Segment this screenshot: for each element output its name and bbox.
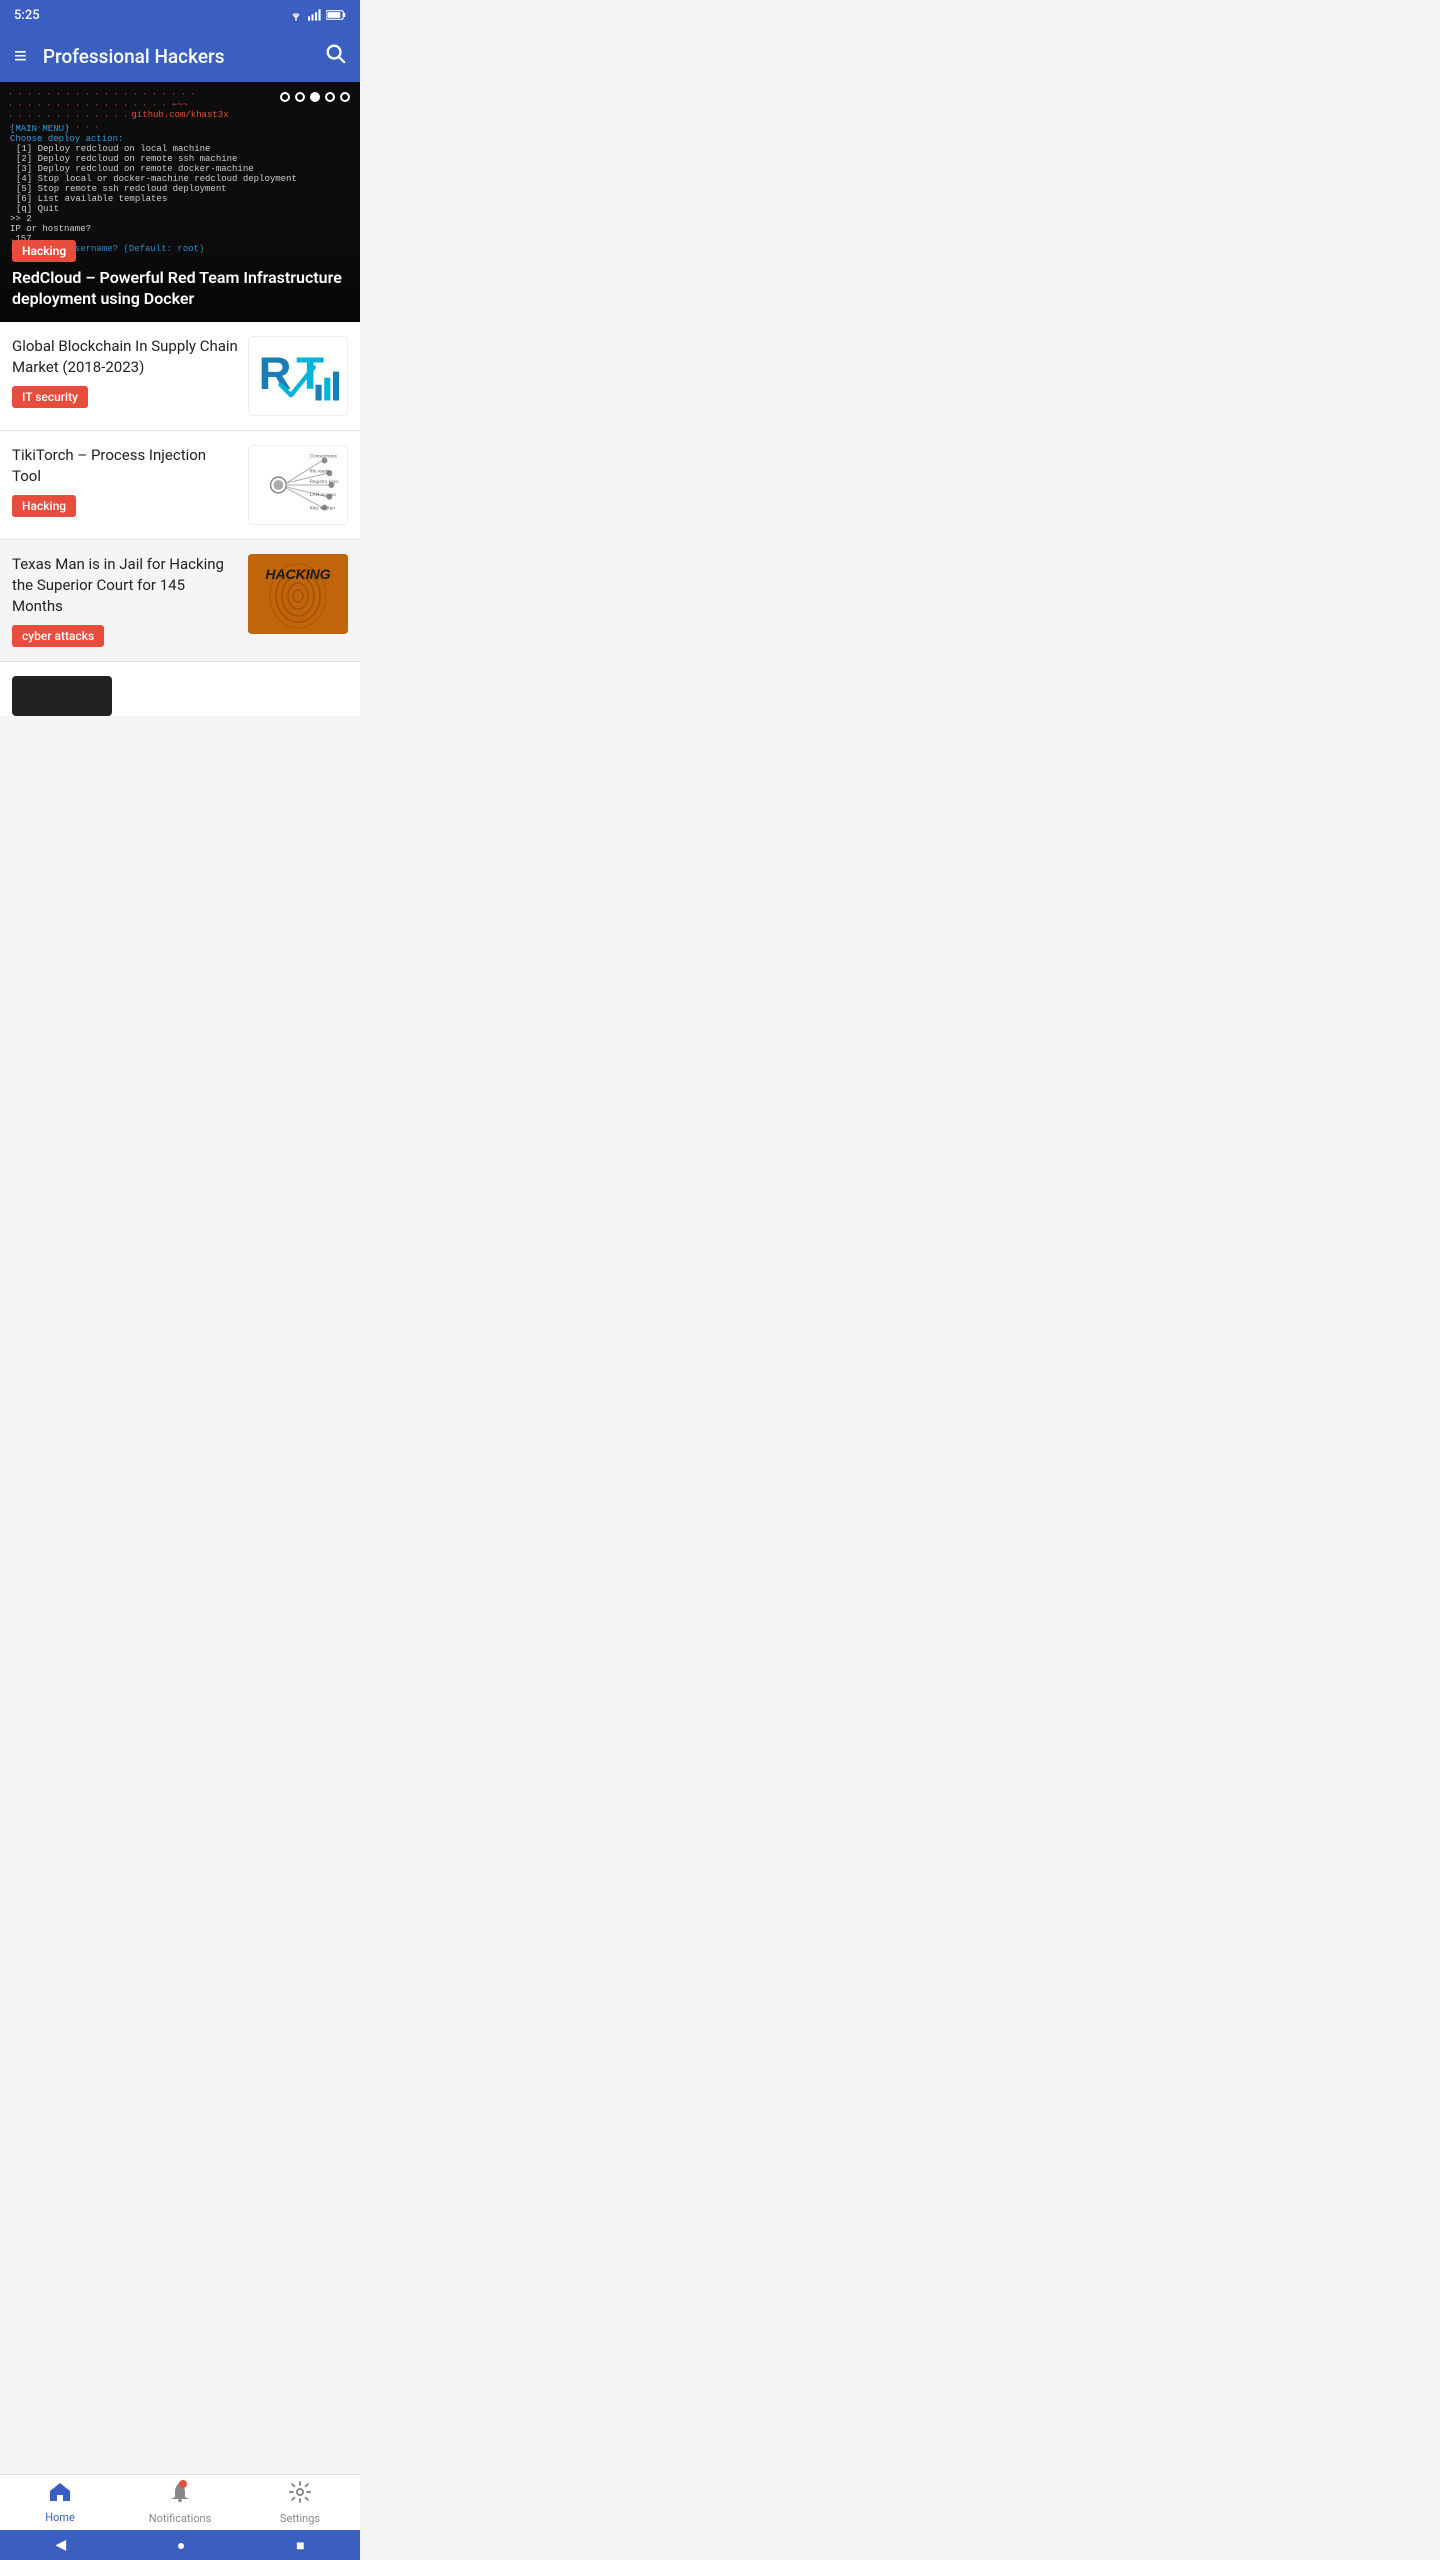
dot-2[interactable] (295, 92, 305, 102)
status-bar: 5:25 (0, 0, 360, 30)
bottom-nav: Home Notifications Settings (0, 2474, 360, 2530)
nav-home[interactable]: Home (0, 2475, 120, 2530)
svg-text:LAN access: LAN access (310, 492, 336, 498)
hero-carousel: · · · · · · · · · · · · · · · · · · · · … (0, 82, 360, 322)
notification-icon (169, 2480, 191, 2510)
svg-text:file reads: file reads (310, 467, 330, 474)
battery-icon (326, 9, 346, 21)
article-thumbnail-2: Connections file reads Registry keys LAN… (248, 445, 348, 525)
hero-title: RedCloud – Powerful Red Team Infrastruct… (12, 268, 348, 310)
settings-icon (288, 2480, 312, 2510)
status-time: 5:25 (14, 8, 40, 23)
dot-1[interactable] (280, 92, 290, 102)
hacking-thumb-icon: HACKING (248, 554, 348, 634)
article-content-3: Texas Man is in Jail for Hacking the Sup… (12, 554, 238, 647)
search-button[interactable] (324, 42, 346, 70)
article-list: Global Blockchain In Supply Chain Market… (0, 322, 360, 540)
article-title-1: Global Blockchain In Supply Chain Market… (12, 336, 238, 378)
nav-settings[interactable]: Settings (240, 2475, 360, 2530)
article-content-2: TikiTorch – Process Injection Tool Hacki… (12, 445, 238, 517)
app-bar: ≡ Professional Hackers (0, 30, 360, 82)
dot-4[interactable] (325, 92, 335, 102)
partial-thumbnail (12, 676, 112, 716)
article-item-2[interactable]: TikiTorch – Process Injection Tool Hacki… (0, 431, 360, 540)
nav-home-label: Home (45, 2511, 75, 2524)
nav-settings-label: Settings (280, 2512, 320, 2525)
article-thumbnail-1: R T (248, 336, 348, 416)
article-tag-3[interactable]: cyber attacks (12, 625, 104, 647)
app-title: Professional Hackers (43, 45, 324, 68)
svg-text:Connections: Connections (310, 454, 338, 460)
article-tag-2[interactable]: Hacking (12, 495, 76, 517)
article-item[interactable]: Global Blockchain In Supply Chain Market… (0, 322, 360, 431)
signal-icon (308, 9, 322, 21)
article-title-2: TikiTorch – Process Injection Tool (12, 445, 238, 487)
svg-text:HACKING: HACKING (265, 566, 330, 582)
partial-article (0, 662, 360, 716)
nav-notifications[interactable]: Notifications (120, 2475, 240, 2530)
menu-button[interactable]: ≡ (14, 43, 27, 69)
home-button[interactable]: ● (177, 2537, 185, 2554)
hero-tag[interactable]: Hacking (12, 240, 76, 262)
home-icon (48, 2481, 72, 2509)
rt-logo-icon: R T (253, 341, 343, 411)
system-nav: ◀ ● ■ (0, 2530, 360, 2560)
hero-overlay: Hacking RedCloud – Powerful Red Team Inf… (0, 232, 360, 322)
nav-notifications-label: Notifications (149, 2512, 212, 2525)
svg-text:Registry keys: Registry keys (310, 479, 339, 485)
wifi-icon (288, 9, 304, 21)
search-icon (324, 42, 346, 64)
tikitorch-diagram-icon: Connections file reads Registry keys LAN… (249, 445, 347, 525)
dot-3[interactable] (310, 92, 320, 102)
article-thumbnail-3: HACKING (248, 554, 348, 634)
article-content-1: Global Blockchain In Supply Chain Market… (12, 336, 238, 408)
recent-button[interactable]: ■ (296, 2537, 304, 2554)
status-icons (288, 9, 346, 21)
carousel-dots (280, 92, 350, 102)
article-item-3[interactable]: Texas Man is in Jail for Hacking the Sup… (0, 540, 360, 662)
article-title-3: Texas Man is in Jail for Hacking the Sup… (12, 554, 238, 617)
svg-text:files written: files written (310, 505, 336, 512)
article-tag-1[interactable]: IT security (12, 386, 88, 408)
back-button[interactable]: ◀ (55, 2537, 66, 2553)
dot-5[interactable] (340, 92, 350, 102)
